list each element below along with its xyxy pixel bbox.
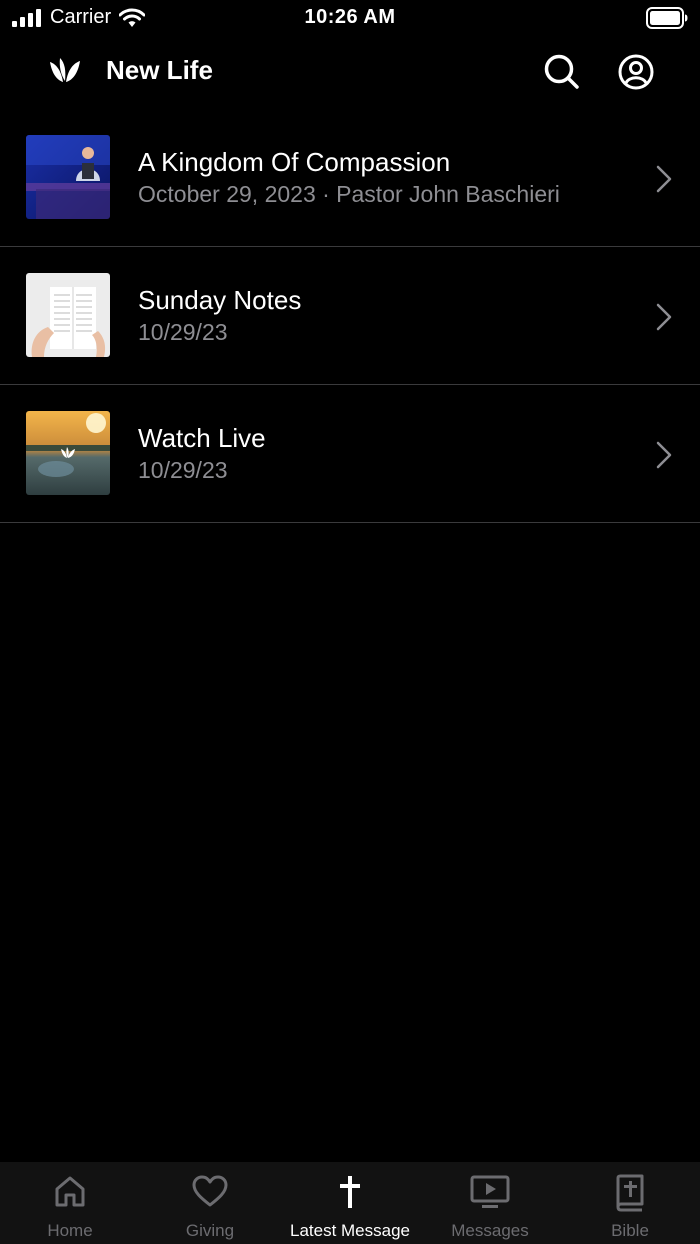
list-item-notes[interactable]: Sunday Notes 10/29/23	[0, 247, 700, 385]
tv-play-icon	[470, 1175, 510, 1208]
tab-label: Bible	[611, 1221, 649, 1240]
status-time: 10:26 AM	[304, 6, 396, 28]
sermon-thumbnail	[26, 135, 110, 219]
profile-button[interactable]	[617, 53, 655, 96]
nav-header: New Life	[0, 44, 700, 100]
chevron-right-icon	[656, 441, 672, 469]
app-title: New Life	[106, 55, 213, 85]
battery-icon	[646, 7, 688, 34]
item-subtitle: October 29, 2023 · Pastor John Baschieri	[138, 181, 560, 207]
tab-bar: Home Giving Latest Message Messages Bibl…	[0, 1162, 700, 1244]
tab-label: Giving	[185, 1221, 235, 1240]
tab-bible[interactable]: Bible	[560, 1162, 700, 1244]
tab-label: Home	[47, 1221, 93, 1240]
tab-home[interactable]: Home	[0, 1162, 140, 1244]
cross-icon	[340, 1176, 360, 1208]
content-list: A Kingdom Of Compassion October 29, 2023…	[0, 109, 700, 523]
tab-label: Latest Message	[289, 1221, 410, 1240]
chevron-right-icon	[656, 165, 672, 193]
home-icon	[55, 1176, 85, 1207]
item-subtitle: 10/29/23	[138, 457, 228, 483]
list-item-watch-live[interactable]: Watch Live 10/29/23	[0, 385, 700, 523]
item-title: Watch Live	[138, 423, 266, 453]
item-subtitle: 10/29/23	[138, 319, 228, 345]
watch-live-thumbnail	[26, 411, 110, 495]
tab-giving[interactable]: Giving	[140, 1162, 280, 1244]
item-title: A Kingdom Of Compassion	[138, 147, 451, 177]
user-circle-icon	[618, 54, 654, 90]
search-button[interactable]	[543, 53, 581, 96]
tab-label: Messages	[451, 1221, 529, 1240]
heart-icon	[192, 1175, 228, 1207]
tab-latest-message[interactable]: Latest Message	[280, 1162, 420, 1244]
list-item-sermon[interactable]: A Kingdom Of Compassion October 29, 2023…	[0, 109, 700, 247]
bible-icon	[616, 1174, 644, 1212]
item-title: Sunday Notes	[138, 285, 302, 315]
tab-messages[interactable]: Messages	[420, 1162, 560, 1244]
search-icon	[544, 54, 579, 89]
chevron-right-icon	[656, 303, 672, 331]
notes-thumbnail	[26, 273, 110, 357]
status-bar: Carrier 10:26 AM	[0, 0, 700, 36]
leaf-logo-icon	[48, 56, 82, 91]
